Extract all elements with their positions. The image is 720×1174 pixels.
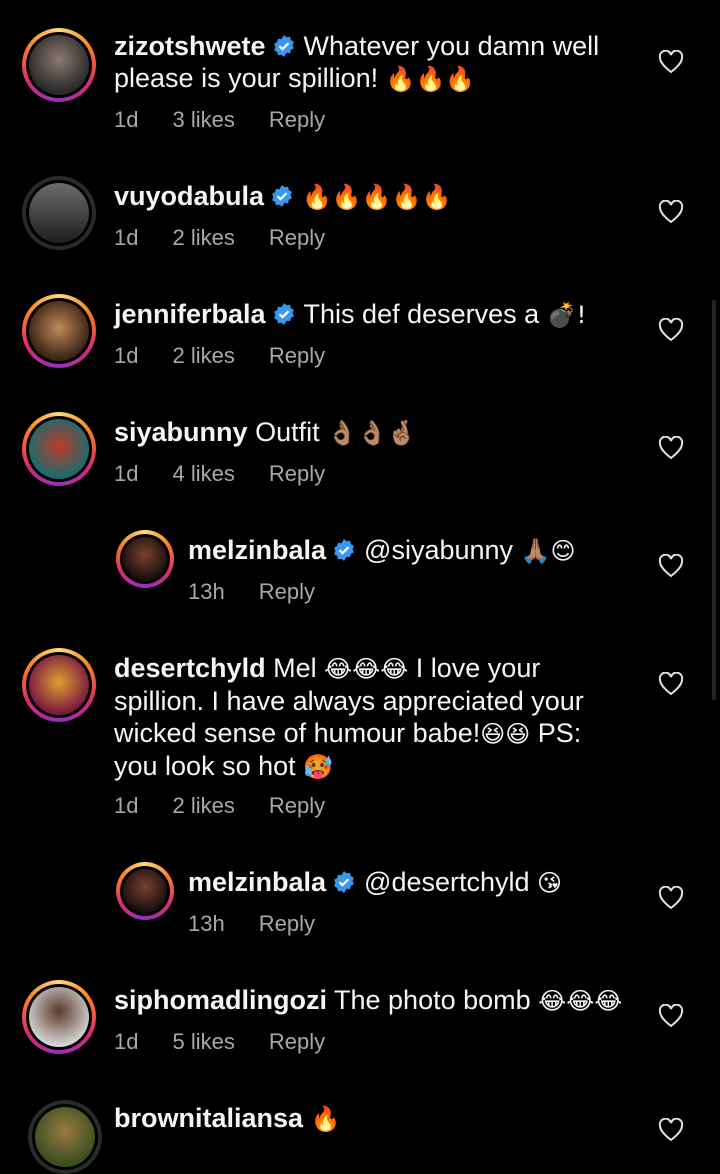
heart-icon[interactable]: [658, 554, 684, 578]
likes-count[interactable]: 5 likes: [172, 1029, 234, 1054]
comment-text: PS:: [537, 718, 582, 748]
comment-text: @siyabunny: [364, 535, 514, 565]
reply-button[interactable]: Reply: [269, 107, 325, 132]
emoji: 😘: [537, 869, 563, 897]
timestamp: 1d: [114, 343, 139, 368]
avatar[interactable]: [22, 648, 96, 722]
scrollbar[interactable]: [712, 300, 716, 700]
verified-badge-icon: [273, 35, 294, 57]
likes-count[interactable]: 2 likes: [172, 793, 234, 818]
emoji: 🔥🔥🔥🔥🔥: [302, 183, 452, 211]
username[interactable]: brownitaliansa: [114, 1103, 303, 1133]
emoji: 😆😆: [480, 720, 531, 748]
verified-badge-icon: [334, 539, 354, 561]
heart-icon[interactable]: [658, 318, 684, 342]
comment-text: @desertchyld: [364, 867, 530, 897]
verified-badge-icon: [272, 185, 292, 207]
username[interactable]: melzinbala: [188, 867, 326, 897]
heart-icon[interactable]: [658, 200, 684, 224]
heart-icon[interactable]: [658, 672, 684, 696]
emoji: 🥵: [303, 753, 334, 781]
username[interactable]: siyabunny: [114, 417, 248, 447]
heart-icon[interactable]: [658, 886, 684, 910]
avatar[interactable]: [22, 28, 96, 102]
avatar[interactable]: [22, 176, 96, 250]
avatar[interactable]: [22, 980, 96, 1054]
emoji: 🔥🔥🔥: [385, 65, 476, 93]
comment-text: you look so hot: [114, 751, 296, 781]
username[interactable]: melzinbala: [188, 535, 326, 565]
likes-count[interactable]: 2 likes: [172, 343, 234, 368]
comment-text: Outfit: [255, 417, 320, 447]
emoji: 👌🏽👌🏽🤞🏽: [327, 419, 417, 447]
avatar[interactable]: [116, 530, 174, 588]
timestamp: 1d: [114, 225, 139, 250]
verified-badge-icon: [273, 303, 294, 325]
reply-button[interactable]: Reply: [259, 579, 315, 604]
avatar[interactable]: [22, 412, 96, 486]
avatar[interactable]: [22, 294, 96, 368]
emoji: 😂😂😂: [538, 987, 623, 1015]
emoji: 😂😂😂: [324, 655, 409, 683]
reply-button[interactable]: Reply: [269, 793, 325, 818]
heart-icon[interactable]: [658, 1004, 684, 1028]
avatar[interactable]: [28, 1100, 102, 1174]
username[interactable]: siphomadlingozi: [114, 985, 327, 1015]
heart-icon[interactable]: [658, 1118, 684, 1142]
comment-text: I love your: [415, 653, 541, 683]
reply-button[interactable]: Reply: [259, 911, 315, 936]
username[interactable]: desertchyld: [114, 653, 266, 683]
comment-text: spillion. I have always appreciated your: [114, 686, 584, 716]
likes-count[interactable]: 3 likes: [172, 107, 234, 132]
username[interactable]: vuyodabula: [114, 181, 264, 211]
emoji: 🔥: [310, 1105, 341, 1133]
avatar[interactable]: [116, 862, 174, 920]
verified-badge-icon: [334, 871, 354, 893]
timestamp: 1d: [114, 1029, 139, 1054]
likes-count[interactable]: 4 likes: [172, 461, 234, 486]
heart-icon[interactable]: [658, 50, 684, 74]
username[interactable]: zizotshwete: [114, 31, 266, 61]
reply-button[interactable]: Reply: [269, 461, 325, 486]
timestamp: 1d: [114, 107, 139, 132]
timestamp: 1d: [114, 461, 139, 486]
username[interactable]: jenniferbala: [114, 299, 266, 329]
comment-text: Mel: [273, 653, 317, 683]
timestamp: 13h: [188, 579, 225, 604]
comment-text: The photo bomb: [334, 985, 531, 1015]
timestamp: 13h: [188, 911, 225, 936]
comment-text: wicked sense of humour babe!: [114, 718, 481, 748]
reply-button[interactable]: Reply: [269, 343, 325, 368]
heart-icon[interactable]: [658, 436, 684, 460]
comment-text: This def deserves a: [303, 299, 540, 329]
reply-button[interactable]: Reply: [269, 1029, 325, 1054]
emoji: 🙏🏽😊: [520, 537, 576, 565]
likes-count[interactable]: 2 likes: [172, 225, 234, 250]
reply-button[interactable]: Reply: [269, 225, 325, 250]
emoji: 💣!: [546, 301, 587, 329]
timestamp: 1d: [114, 793, 139, 818]
